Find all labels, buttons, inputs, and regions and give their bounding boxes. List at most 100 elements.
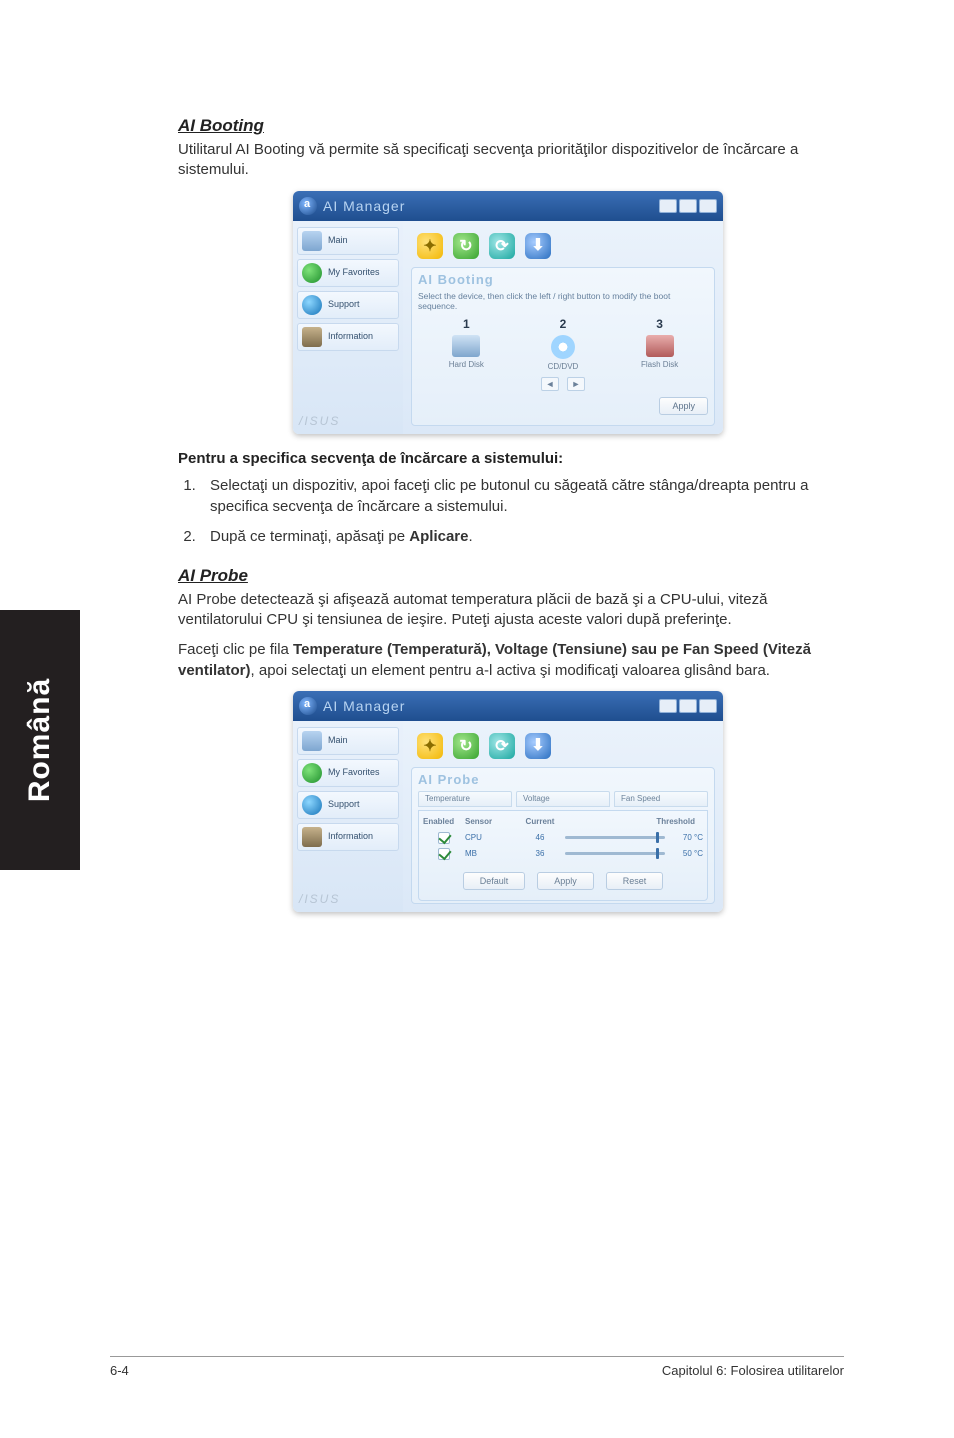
threshold-value: 50 °C bbox=[669, 849, 703, 858]
boot-num: 3 bbox=[656, 317, 663, 331]
titlebar-left: AI Manager bbox=[299, 197, 405, 215]
sidebar-item-favorites[interactable]: My Favorites bbox=[297, 259, 399, 287]
footer-chapter: Capitolul 6: Folosirea utilitarelor bbox=[662, 1363, 844, 1378]
ai-booting-panel: AI Booting Select the device, then click… bbox=[411, 267, 715, 426]
tab-fan-speed[interactable]: Fan Speed bbox=[614, 791, 708, 807]
content-column: AI Booting Utilitarul AI Booting vă perm… bbox=[178, 116, 838, 928]
window-buttons bbox=[659, 699, 717, 713]
sidebar-item-main[interactable]: Main bbox=[297, 727, 399, 755]
default-button[interactable]: Default bbox=[463, 872, 526, 890]
boot-steps-heading: Pentru a specifica secvenţa de încărcare… bbox=[178, 450, 838, 467]
information-icon bbox=[302, 327, 322, 347]
toolbar-icon-4[interactable]: ⬇ bbox=[525, 733, 551, 759]
sidebar-item-label: Main bbox=[328, 236, 348, 246]
enabled-checkbox[interactable] bbox=[438, 848, 450, 860]
sidebar-item-favorites[interactable]: My Favorites bbox=[297, 759, 399, 787]
enabled-cell bbox=[423, 832, 465, 844]
enabled-cell bbox=[423, 848, 465, 860]
information-icon bbox=[302, 827, 322, 847]
arrow-controls: ◄ ► bbox=[418, 377, 708, 391]
tab-temperature[interactable]: Temperature bbox=[418, 791, 512, 807]
boot-device-flash[interactable]: Flash Disk bbox=[625, 335, 695, 371]
threshold-value: 70 °C bbox=[669, 833, 703, 842]
arrow-left-button[interactable]: ◄ bbox=[541, 377, 559, 391]
toolbar: ✦ ↻ ⟳ ⬇ bbox=[411, 729, 715, 763]
probe-buttons-row: Default Apply Reset bbox=[423, 872, 703, 896]
toolbar-icon-2[interactable]: ↻ bbox=[453, 233, 479, 259]
reset-button[interactable]: Reset bbox=[606, 872, 664, 890]
sidebar-item-main[interactable]: Main bbox=[297, 227, 399, 255]
flash-disk-icon bbox=[646, 335, 674, 357]
apply-row: Apply bbox=[418, 397, 708, 415]
support-icon bbox=[302, 295, 322, 315]
sidebar-item-information[interactable]: Information bbox=[297, 323, 399, 351]
boot-order-numbers: 1 2 3 bbox=[418, 317, 708, 331]
threshold-slider[interactable] bbox=[565, 836, 665, 839]
hard-disk-icon bbox=[452, 335, 480, 357]
sidebar-item-label: Information bbox=[328, 332, 373, 342]
display-icon bbox=[302, 231, 322, 251]
minimize-button[interactable] bbox=[659, 199, 677, 213]
toolbar-icon-3[interactable]: ⟳ bbox=[489, 733, 515, 759]
toolbar-icon-4[interactable]: ⬇ bbox=[525, 233, 551, 259]
sidebar-item-support[interactable]: Support bbox=[297, 791, 399, 819]
probe-tabs: Temperature Voltage Fan Speed bbox=[418, 791, 708, 807]
window-titlebar: AI Manager bbox=[293, 191, 723, 221]
current-value: 46 bbox=[515, 833, 565, 842]
header-enabled: Enabled bbox=[423, 815, 465, 828]
sidebar-item-label: Main bbox=[328, 736, 348, 746]
toolbar-icon-3[interactable]: ⟳ bbox=[489, 233, 515, 259]
ai-probe-heading: AI Probe bbox=[178, 566, 838, 586]
close-button[interactable] bbox=[699, 699, 717, 713]
ai-probe-screenshot: AI Manager Main bbox=[178, 691, 838, 912]
ai-probe-para2: Faceţi clic pe fila Temperature (Tempera… bbox=[178, 640, 838, 681]
arrow-right-button[interactable]: ► bbox=[567, 377, 585, 391]
support-icon bbox=[302, 795, 322, 815]
apply-button[interactable]: Apply bbox=[537, 872, 594, 890]
sidebar: Main My Favorites Support Informati bbox=[293, 721, 403, 912]
close-button[interactable] bbox=[699, 199, 717, 213]
panel-instruction: Select the device, then click the left /… bbox=[418, 291, 708, 311]
toolbar-icon-1[interactable]: ✦ bbox=[417, 733, 443, 759]
ai-booting-intro: Utilitarul AI Booting vă permite să spec… bbox=[178, 140, 838, 181]
maximize-button[interactable] bbox=[679, 199, 697, 213]
probe-row-mb: MB 36 50 °C bbox=[423, 848, 703, 860]
enabled-checkbox[interactable] bbox=[438, 832, 450, 844]
apply-button[interactable]: Apply bbox=[659, 397, 708, 415]
toolbar: ✦ ↻ ⟳ ⬇ bbox=[411, 229, 715, 263]
threshold-slider[interactable] bbox=[565, 852, 665, 855]
current-value: 36 bbox=[515, 849, 565, 858]
maximize-button[interactable] bbox=[679, 699, 697, 713]
sidebar-item-label: My Favorites bbox=[328, 768, 380, 778]
sidebar-item-label: Support bbox=[328, 300, 360, 310]
main-panel: ✦ ↻ ⟳ ⬇ AI Booting Select the device, th… bbox=[403, 221, 723, 434]
footer-page-number: 6-4 bbox=[110, 1363, 129, 1378]
header-current: Current bbox=[515, 815, 565, 828]
device-label: Hard Disk bbox=[449, 360, 484, 369]
ai-probe-panel: AI Probe Temperature Voltage Fan Speed E… bbox=[411, 767, 715, 904]
window-titlebar: AI Manager bbox=[293, 691, 723, 721]
ai-probe-intro: AI Probe detectează şi afişează automat … bbox=[178, 590, 838, 631]
sidebar-item-support[interactable]: Support bbox=[297, 291, 399, 319]
step-end: . bbox=[468, 528, 472, 545]
probe-headers: Enabled Sensor Current Threshold bbox=[423, 815, 703, 828]
step-text: După ce terminaţi, apăsaţi pe bbox=[210, 528, 409, 545]
language-label: Română bbox=[23, 678, 57, 802]
boot-num: 1 bbox=[463, 317, 470, 331]
panel-title: AI Probe bbox=[418, 772, 708, 787]
boot-device-hard-disk[interactable]: Hard Disk bbox=[431, 335, 501, 371]
sensor-name: CPU bbox=[465, 833, 515, 842]
boot-num: 2 bbox=[560, 317, 567, 331]
brand-label: /ISUS bbox=[297, 888, 399, 906]
sidebar-item-label: Support bbox=[328, 800, 360, 810]
toolbar-icon-1[interactable]: ✦ bbox=[417, 233, 443, 259]
ai-booting-screenshot: AI Manager Main bbox=[178, 191, 838, 434]
ai-manager-window-probe: AI Manager Main bbox=[293, 691, 723, 912]
boot-device-cddvd[interactable]: CD/DVD bbox=[528, 335, 598, 371]
toolbar-icon-2[interactable]: ↻ bbox=[453, 733, 479, 759]
tab-voltage[interactable]: Voltage bbox=[516, 791, 610, 807]
list-item: Selectaţi un dispozitiv, apoi faceţi cli… bbox=[200, 475, 838, 519]
minimize-button[interactable] bbox=[659, 699, 677, 713]
sidebar-item-information[interactable]: Information bbox=[297, 823, 399, 851]
probe-row-cpu: CPU 46 70 °C bbox=[423, 832, 703, 844]
